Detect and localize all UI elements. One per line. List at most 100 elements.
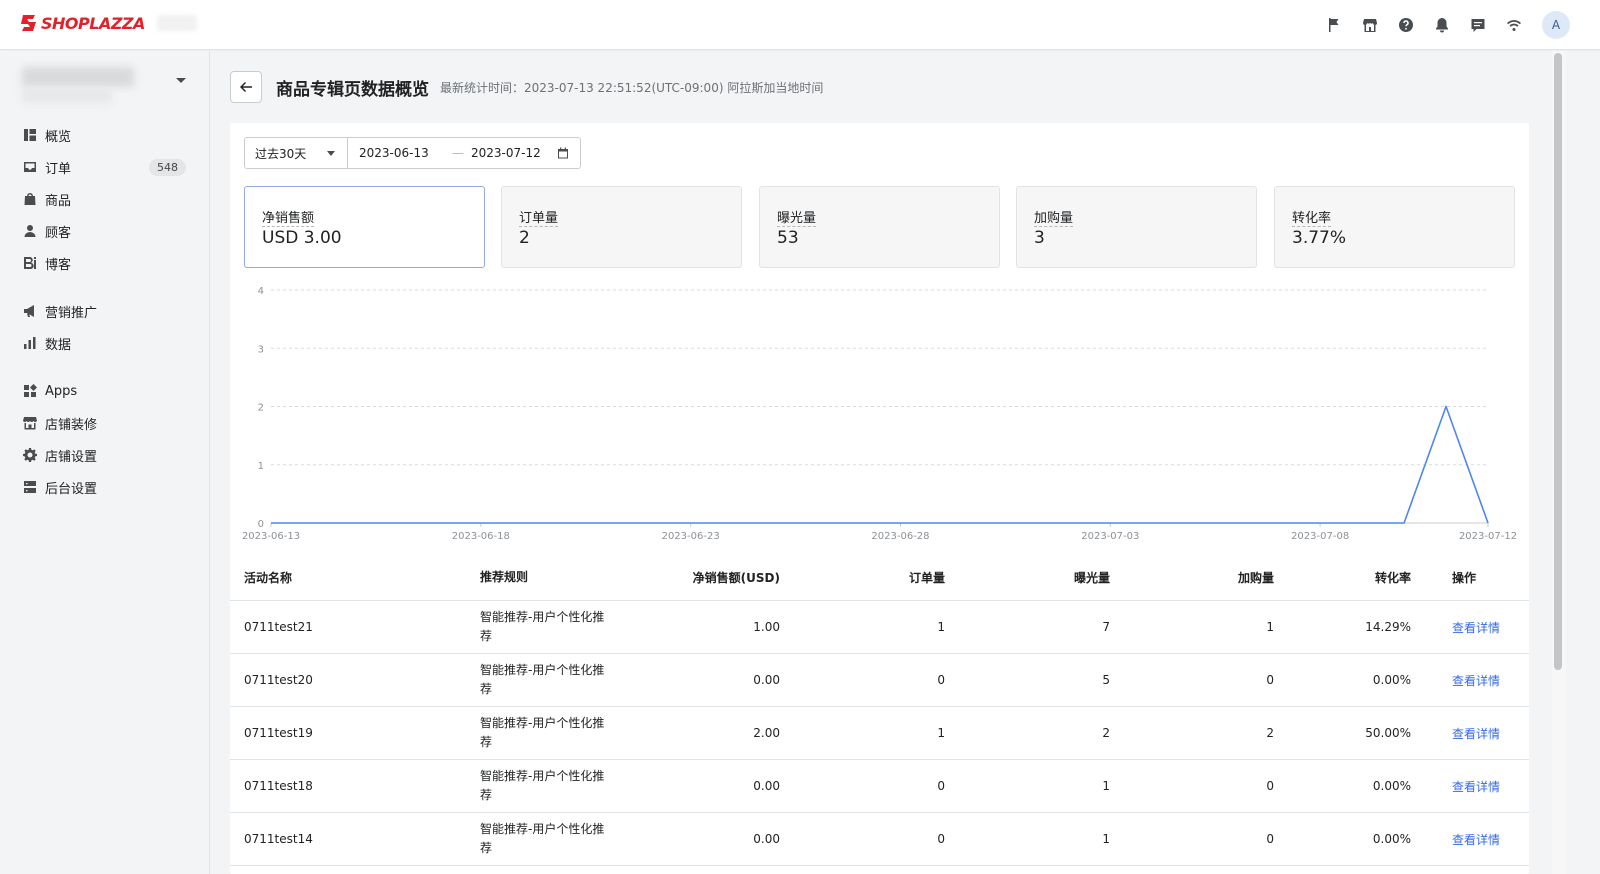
metric-orders[interactable]: 订单量 2 <box>501 186 742 268</box>
shoplazza-logo-icon <box>21 15 36 31</box>
metric-value: 3 <box>1034 228 1045 248</box>
sidebar-item-orders[interactable]: 订单 548 <box>0 151 210 183</box>
y-tick-label: 3 <box>258 344 264 355</box>
person-icon <box>23 224 37 238</box>
x-tick-label: 2023-07-08 <box>1291 531 1349 542</box>
sidebar-item-label: 商品 <box>45 193 72 209</box>
x-tick-label: 2023-06-18 <box>452 531 510 542</box>
table-row: 0711test19 智能推荐-用户个性化推荐 2.00 1 2 2 50.00… <box>230 707 1529 760</box>
flag-icon[interactable] <box>1316 10 1352 40</box>
table-row: 0711test14 智能推荐-用户个性化推荐 0.00 0 1 0 0.00%… <box>230 813 1529 866</box>
col-header-impressions: 曝光量 <box>1073 571 1110 585</box>
cell-orders: 0 <box>937 673 945 687</box>
table-row: 0711test18 智能推荐-用户个性化推荐 0.00 0 1 0 0.00%… <box>230 760 1529 813</box>
cell-orders: 1 <box>937 726 945 740</box>
cell-sales: 2.00 <box>753 726 780 740</box>
sidebar-item-store-design[interactable]: 店铺装修 <box>0 407 210 439</box>
metric-add-to-cart[interactable]: 加购量 3 <box>1016 186 1257 268</box>
back-button[interactable] <box>230 71 262 103</box>
sidebar-item-admin-settings[interactable]: 后台设置 <box>0 471 210 503</box>
sidebar-item-label: 店铺设置 <box>45 449 98 465</box>
cell-conversion: 0.00% <box>1372 673 1411 687</box>
cell-rule: 智能推荐-用户个性化推荐 <box>480 610 605 643</box>
y-tick-label: 1 <box>258 461 264 472</box>
metric-label: 加购量 <box>1034 211 1074 227</box>
shoplazza-logo[interactable]: SHOPLAZZA <box>20 13 197 33</box>
arrow-left-icon <box>240 82 252 92</box>
metric-value: 3.77% <box>1292 228 1347 248</box>
view-details-link[interactable]: 查看详情 <box>1452 707 1512 759</box>
avatar[interactable]: A <box>1542 11 1570 39</box>
chevron-down-icon <box>327 151 335 156</box>
metric-label: 订单量 <box>519 211 559 227</box>
date-range-preset-select[interactable]: 过去30天 <box>244 137 348 169</box>
sidebar-item-label: 后台设置 <box>45 481 98 497</box>
view-details-link[interactable]: 查看详情 <box>1452 601 1512 653</box>
cell-sales: 1.00 <box>753 620 780 634</box>
sidebar-item-products[interactable]: 商品 <box>0 183 210 215</box>
col-header-cart: 加购量 <box>1237 571 1274 585</box>
cell-sales: 0.00 <box>753 832 780 846</box>
sidebar-item-customers[interactable]: 顾客 <box>0 215 210 247</box>
table-row: 0711test21 智能推荐-用户个性化推荐 1.00 1 7 1 14.29… <box>230 601 1529 654</box>
view-details-link[interactable]: 查看详情 <box>1452 760 1512 812</box>
end-date-input[interactable]: 2023-07-12 <box>471 146 541 160</box>
metric-label: 曝光量 <box>777 211 817 227</box>
sidebar-item-label: 概览 <box>45 129 72 145</box>
page-scrollbar[interactable] <box>1552 51 1566 874</box>
start-date-input[interactable]: 2023-06-13 <box>359 146 429 160</box>
table-header: 活动名称 推荐规则 净销售额(USD) 订单量 曝光量 加购量 转化率 操作 <box>230 555 1529 601</box>
wifi-icon[interactable] <box>1496 10 1532 40</box>
col-header-rule: 推荐规则 <box>480 570 529 584</box>
sidebar-item-blog[interactable]: 博客 <box>0 247 210 279</box>
x-tick-label: 2023-07-03 <box>1081 531 1139 542</box>
sidebar-item-analytics[interactable]: 数据 <box>0 327 210 359</box>
overview-card: 过去30天 2023-06-13 — 2023-07-12 净销售额 USD 3… <box>230 123 1529 874</box>
sidebar-item-label: 顾客 <box>45 225 72 241</box>
cell-rule: 智能推荐-用户个性化推荐 <box>480 822 605 855</box>
date-range-picker[interactable]: 2023-06-13 — 2023-07-12 <box>347 137 581 169</box>
cell-orders: 0 <box>937 779 945 793</box>
metric-net-sales[interactable]: 净销售额 USD 3.00 <box>244 186 485 268</box>
orders-count-badge: 548 <box>149 159 186 176</box>
y-tick-label: 2 <box>258 403 264 414</box>
sidebar-item-store-settings[interactable]: 店铺设置 <box>0 439 210 471</box>
x-tick-label: 2023-06-23 <box>662 531 720 542</box>
metric-value: 2 <box>519 228 530 248</box>
cell-orders: 0 <box>937 832 945 846</box>
x-tick-label: 2023-07-12 <box>1459 531 1517 542</box>
cell-sales: 0.00 <box>753 673 780 687</box>
cell-cart: 1 <box>1266 620 1274 634</box>
metric-conversion-rate[interactable]: 转化率 3.77% <box>1274 186 1515 268</box>
cell-impressions: 2 <box>1102 726 1110 740</box>
apps-icon <box>23 383 38 398</box>
view-details-link[interactable]: 查看详情 <box>1452 654 1512 706</box>
sidebar-item-marketing[interactable]: 营销推广 <box>0 295 210 327</box>
blog-icon <box>23 256 37 270</box>
gear-icon <box>23 448 37 462</box>
cell-name: 0711test20 <box>244 673 313 687</box>
bag-icon <box>23 192 37 206</box>
cell-cart: 2 <box>1266 726 1274 740</box>
scrollbar-thumb[interactable] <box>1554 53 1562 670</box>
cell-conversion: 14.29% <box>1365 620 1411 634</box>
x-tick-label: 2023-06-28 <box>871 531 929 542</box>
megaphone-icon <box>23 304 37 318</box>
sidebar-item-overview[interactable]: 概览 <box>0 119 210 151</box>
chat-icon[interactable] <box>1460 10 1496 40</box>
store-name-blurred <box>22 67 134 87</box>
col-header-action: 操作 <box>1452 571 1477 585</box>
calendar-icon[interactable] <box>557 147 569 159</box>
store-icon[interactable] <box>1352 10 1388 40</box>
sidebar-item-apps[interactable]: Apps <box>0 375 210 407</box>
store-switcher[interactable] <box>22 67 192 107</box>
sidebar-item-label: 订单 <box>45 161 72 177</box>
bell-icon[interactable] <box>1424 10 1460 40</box>
view-details-link[interactable]: 查看详情 <box>1452 813 1512 865</box>
table-row: 0711test20 智能推荐-用户个性化推荐 0.00 0 5 0 0.00%… <box>230 654 1529 707</box>
sidebar-item-label: 店铺装修 <box>45 417 98 433</box>
last-updated-text: 最新统计时间：2023-07-13 22:51:52(UTC-09:00) 阿拉… <box>440 81 824 95</box>
metric-impressions[interactable]: 曝光量 53 <box>759 186 1000 268</box>
help-icon[interactable] <box>1388 10 1424 40</box>
store-url-blurred <box>22 89 112 103</box>
